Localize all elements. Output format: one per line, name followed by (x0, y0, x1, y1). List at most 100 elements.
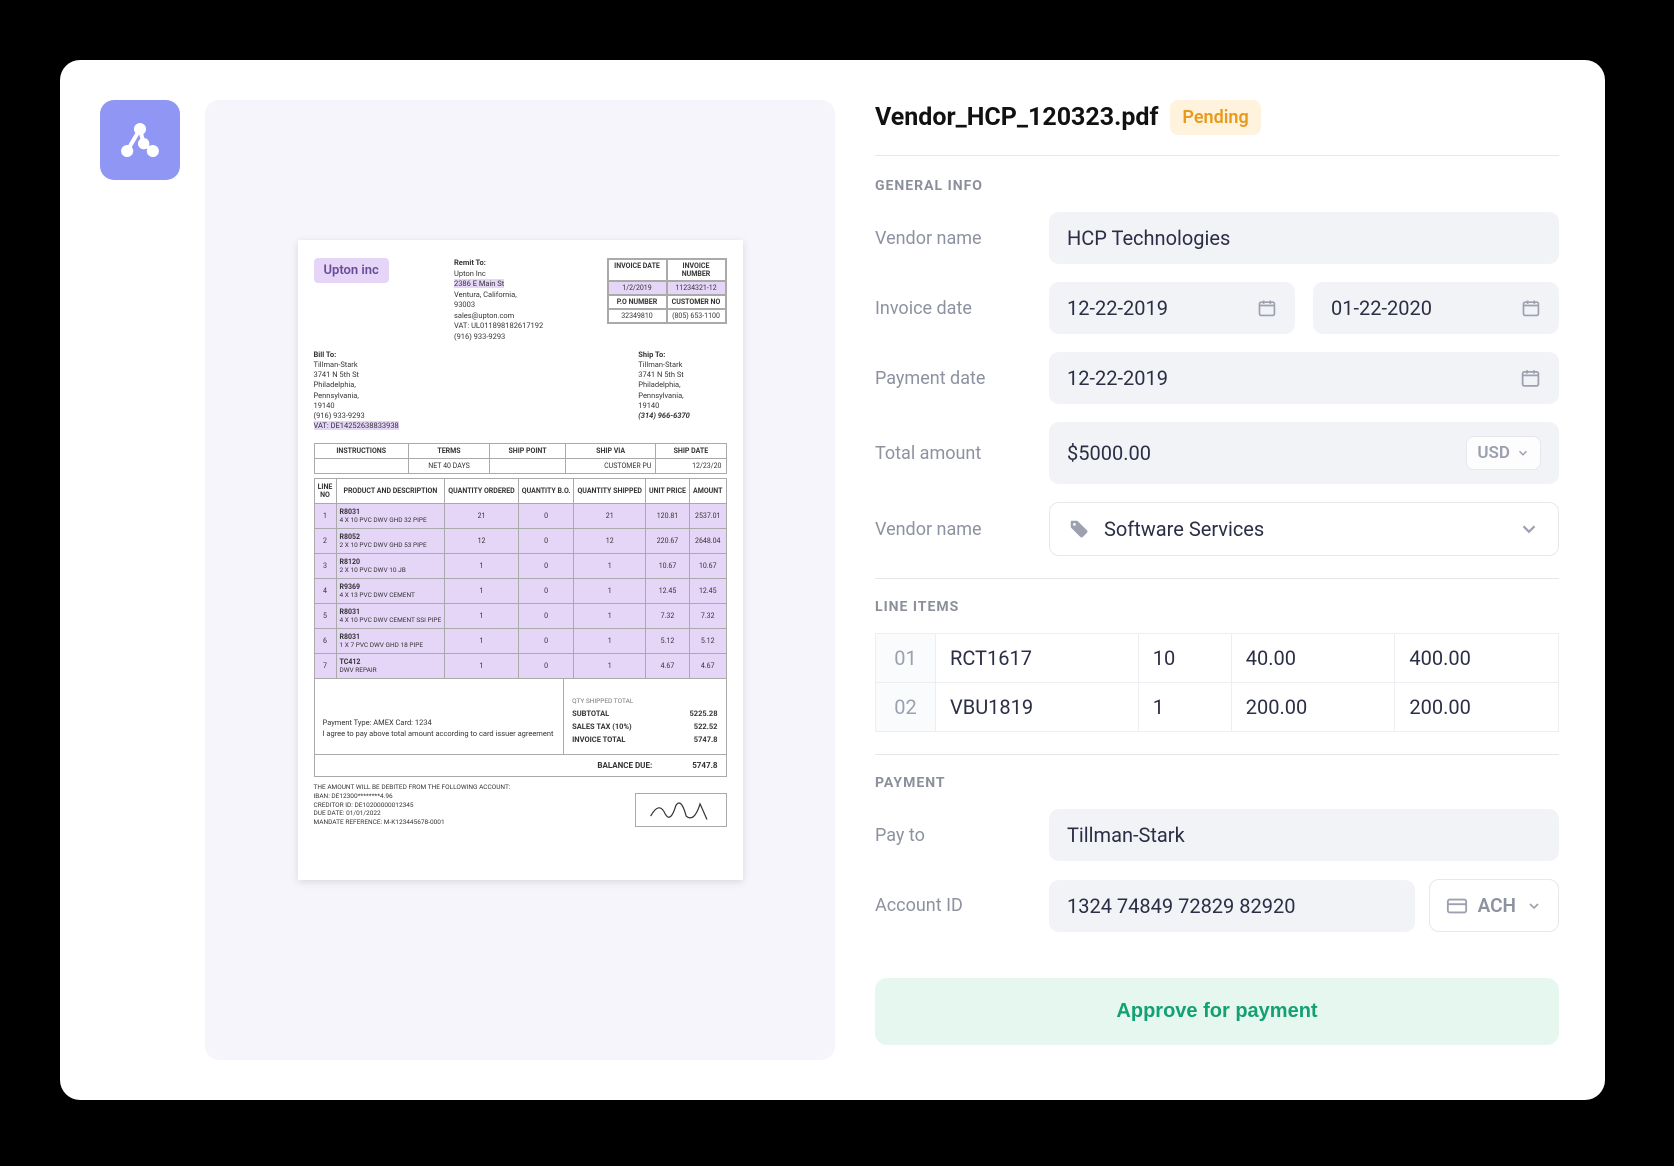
doc-totals: QTY SHIPPED TOTAL SUBTOTAL5225.28 SALES … (572, 695, 717, 746)
total-amount-input[interactable] (1067, 441, 1466, 465)
doc-bill-city: Philadelphia, (314, 380, 356, 389)
doc-ship-addr1: 3741 N 5th St (638, 370, 684, 379)
doc-meta-inv-num: 11234321-12 (667, 281, 726, 295)
pay-to-field[interactable] (1049, 809, 1559, 861)
section-line-items: LINE ITEMS (875, 599, 1559, 615)
line-total: 400.00 (1395, 634, 1559, 683)
doc-item-row: 3 R81202 X 10 PVC DWV 10 JB 10110.6710.6… (314, 554, 726, 579)
doc-tax: 522.52 (694, 722, 718, 731)
doc-item-row: 6 R80311 X 7 PVC DWV GHD 18 PIPE 1015.12… (314, 629, 726, 654)
doc-meta-h1: INVOICE DATE (608, 259, 667, 281)
payment-method-select[interactable]: ACH (1429, 879, 1559, 932)
line-items-table: 01 RCT1617 10 40.00 400.0002 VBU1819 1 2… (875, 633, 1559, 732)
label-pay-to: Pay to (875, 825, 1035, 846)
calendar-icon[interactable] (1257, 297, 1277, 319)
card-icon (1446, 895, 1468, 917)
pay-to-input[interactable] (1067, 823, 1541, 847)
doc-bill-name: Tillman-Stark (314, 360, 358, 369)
line-price: 200.00 (1231, 683, 1395, 732)
calendar-icon[interactable] (1520, 367, 1541, 389)
vendor-name-field[interactable] (1049, 212, 1559, 264)
doc-remit-addr2: Ventura, California, (454, 290, 607, 301)
signature-box (635, 793, 727, 827)
doc-bill-vat: VAT: DE14252638833938 (314, 421, 399, 430)
doc-th-shipdate: SHIP DATE (656, 444, 726, 459)
doc-bill-state: Pennsylvania, (314, 391, 359, 400)
doc-bill-addr1: 3741 N 5th St (314, 370, 360, 379)
category-select[interactable]: Software Services (1049, 502, 1559, 556)
doc-ih-qo: QUANTITY ORDERED (445, 479, 519, 504)
doc-balance-label: BALANCE DUE: (597, 761, 652, 770)
doc-mandate-1: THE AMOUNT WILL BE DEBITED FROM THE FOLL… (314, 783, 511, 791)
line-item-row[interactable]: 02 VBU1819 1 200.00 200.00 (876, 683, 1559, 732)
label-payment-date: Payment date (875, 368, 1035, 389)
label-vendor-name2: Vendor name (875, 519, 1035, 540)
doc-ih-qbo: QUANTITY B.O. (518, 479, 574, 504)
doc-ship-to: Ship To: Tillman-Stark 3741 N 5th St Phi… (528, 350, 726, 431)
doc-remit-addr1: 2386 E Main St (454, 279, 504, 288)
doc-meta-table: INVOICE DATEINVOICE NUMBER 1/2/201911234… (607, 258, 727, 324)
total-amount-field[interactable]: USD (1049, 422, 1559, 484)
doc-bill-phone: (916) 933-9293 (314, 411, 365, 420)
section-payment: PAYMENT (875, 775, 1559, 791)
doc-items-table: LINE NO PRODUCT AND DESCRIPTION QUANTITY… (314, 478, 727, 679)
account-id-input[interactable] (1067, 894, 1397, 918)
invoice-date-input[interactable] (1067, 296, 1257, 320)
doc-subtotal: 5225.28 (690, 709, 718, 718)
doc-invtotal: 5747.8 (694, 735, 718, 744)
line-sku: RCT1617 (936, 634, 1139, 683)
file-header: Vendor_HCP_120323.pdf Pending (875, 100, 1559, 156)
doc-item-row: 4 R93694 X 13 PVC DWV CEMENT 10112.4512.… (314, 579, 726, 604)
doc-meta-cust: (805) 653-1100 (667, 309, 726, 323)
document-sheet: Upton inc Remit To: Upton Inc 2386 E Mai… (298, 240, 743, 880)
doc-remit-zip: 93003 (454, 300, 607, 311)
due-date-field[interactable] (1313, 282, 1559, 334)
doc-ship-name: Tillman-Stark (638, 360, 682, 369)
doc-ih-prod: PRODUCT AND DESCRIPTION (336, 479, 445, 504)
calendar-icon[interactable] (1521, 297, 1541, 319)
divider (875, 754, 1559, 755)
doc-vendor-name: Upton inc (314, 258, 389, 283)
doc-bill-zip: 19140 (314, 401, 335, 410)
account-id-field[interactable] (1049, 880, 1415, 932)
doc-qty-shipped-label: QTY SHIPPED TOTAL (572, 697, 633, 705)
doc-meta-h4: CUSTOMER NO (667, 295, 726, 309)
invoice-date-field[interactable] (1049, 282, 1295, 334)
line-idx: 01 (876, 634, 936, 683)
doc-mandate-2: IBAN: DE12300********4.96 (314, 792, 393, 800)
line-qty: 1 (1138, 683, 1231, 732)
doc-mandate-5: MANDATE REFERENCE: M-K123445678-0001 (314, 818, 445, 826)
due-date-input[interactable] (1331, 296, 1521, 320)
doc-ship-city: Philadelphia, (638, 380, 680, 389)
network-icon (118, 118, 162, 162)
doc-th-shippoint: SHIP POINT (490, 444, 566, 459)
doc-payment-block: Payment Type: AMEX Card: 1234 I agree to… (323, 697, 556, 739)
doc-item-row: 2 R80522 X 10 PVC DWV GHD 53 PIPE 120122… (314, 529, 726, 554)
vendor-name-input[interactable] (1067, 226, 1541, 250)
signature-icon (646, 797, 716, 823)
doc-ih-amt: AMOUNT (689, 479, 726, 504)
line-total: 200.00 (1395, 683, 1559, 732)
doc-ih-line: LINE NO (314, 479, 336, 504)
doc-bill-to: Bill To: Tillman-Stark 3741 N 5th St Phi… (314, 350, 512, 431)
doc-ih-up: UNIT PRICE (645, 479, 689, 504)
payment-date-field[interactable] (1049, 352, 1559, 404)
approve-button[interactable]: Approve for payment (875, 978, 1559, 1045)
doc-agree: I agree to pay above total amount accord… (323, 729, 554, 738)
doc-remit-vat: VAT: UL011898182617192 (454, 321, 607, 332)
doc-ih-qs: QUANTITY SHIPPED (574, 479, 646, 504)
doc-th-shipvia: SHIP VIA (565, 444, 655, 459)
divider (875, 578, 1559, 579)
doc-meta-po: 32349810 (608, 309, 667, 323)
doc-billto-heading: Bill To: (314, 350, 337, 359)
doc-tax-label: SALES TAX (10%) (572, 722, 632, 731)
label-vendor-name: Vendor name (875, 228, 1035, 249)
currency-select[interactable]: USD (1466, 436, 1541, 470)
line-item-row[interactable]: 01 RCT1617 10 40.00 400.00 (876, 634, 1559, 683)
doc-mandate: THE AMOUNT WILL BE DEBITED FROM THE FOLL… (314, 783, 511, 827)
doc-shipto-heading: Ship To: (638, 350, 665, 359)
line-idx: 02 (876, 683, 936, 732)
form-pane: Vendor_HCP_120323.pdf Pending GENERAL IN… (835, 60, 1605, 1100)
line-price: 40.00 (1231, 634, 1395, 683)
payment-date-input[interactable] (1067, 366, 1520, 390)
